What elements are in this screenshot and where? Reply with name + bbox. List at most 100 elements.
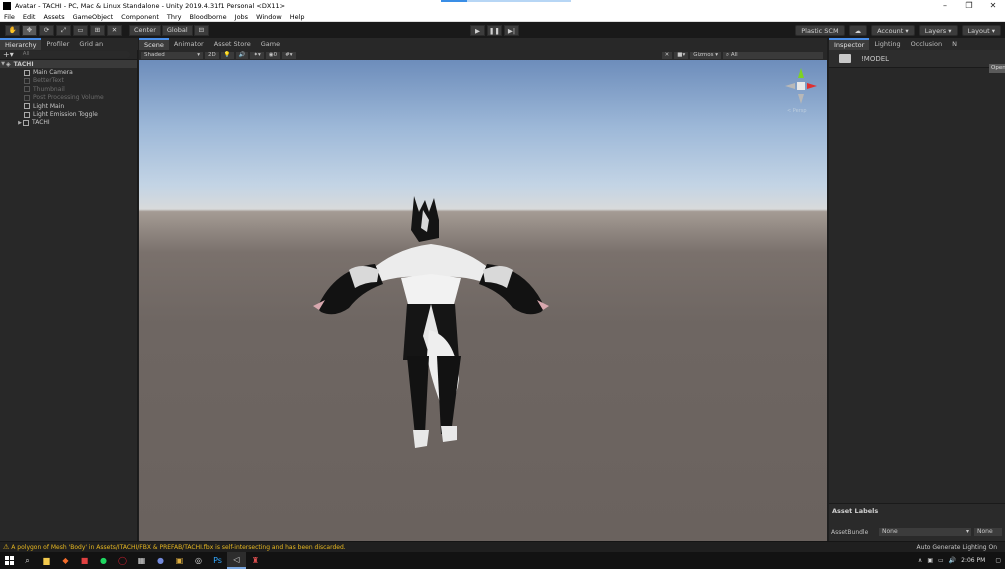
audio-toggle-icon[interactable]: 🔊 — [235, 51, 249, 59]
menu-thry[interactable]: Thry — [167, 13, 182, 21]
effects-dropdown-icon[interactable]: ✦▾ — [250, 51, 264, 59]
pivot-space-toggle[interactable]: Global — [161, 24, 193, 36]
clock[interactable]: 2:06 PM — [961, 557, 985, 564]
asset-bundle-dropdown[interactable]: None ▾ — [879, 528, 971, 536]
asset-variant-value: None — [977, 528, 993, 535]
close-button[interactable]: ✕ — [981, 0, 1005, 12]
status-warning-message[interactable]: A polygon of Mesh 'Body' in Assets/ITACH… — [11, 544, 345, 551]
tab-hierarchy[interactable]: Hierarchy — [0, 38, 42, 50]
hierarchy-search-input[interactable]: All — [19, 51, 130, 58]
menu-edit[interactable]: Edit — [23, 13, 36, 21]
pause-button[interactable]: ❚❚ — [487, 25, 502, 36]
steam-icon[interactable]: ◎ — [189, 552, 208, 569]
hierarchy-item-light-main[interactable]: Light Main — [0, 102, 137, 110]
camera-dropdown-icon[interactable]: ■▾ — [674, 51, 689, 59]
photoshop-icon[interactable]: Ps — [208, 552, 227, 569]
search-icon[interactable]: ⌕ — [18, 552, 37, 569]
status-bar[interactable]: ⚠ A polygon of Mesh 'Body' in Assets/ITA… — [0, 541, 1005, 552]
hierarchy-item-bettertext[interactable]: BetterText — [0, 77, 137, 85]
scene-viewport[interactable] — [139, 60, 827, 541]
lighting-toggle-icon[interactable]: 💡 — [220, 51, 234, 59]
menu-assets[interactable]: Assets — [43, 13, 64, 21]
minimize-button[interactable]: – — [933, 0, 957, 12]
hierarchy-item-post-processing[interactable]: Post Processing Volume — [0, 94, 137, 102]
menu-gameobject[interactable]: GameObject — [73, 13, 114, 21]
step-button[interactable]: ▶| — [504, 25, 519, 36]
tab-scene[interactable]: Scene — [139, 38, 169, 50]
tab-animator[interactable]: Animator — [169, 38, 209, 50]
file-explorer-icon[interactable]: ▆ — [37, 552, 56, 569]
menu-window[interactable]: Window — [256, 13, 282, 21]
opera-icon[interactable]: ◯ — [113, 552, 132, 569]
hidden-count-toggle[interactable]: ◉0 — [265, 51, 281, 59]
create-plus-icon[interactable]: +▾ — [3, 50, 14, 59]
rotate-tool-icon[interactable]: ⟳ — [39, 24, 54, 36]
asset-variant-dropdown[interactable]: None — [974, 528, 1002, 536]
tab-lighting[interactable]: Lighting — [869, 38, 905, 50]
layers-label: Layers — [924, 26, 947, 35]
custom-tool-icon[interactable]: ✕ — [107, 24, 122, 36]
view-orientation-gizmo[interactable]: < Persp — [781, 64, 821, 114]
gizmos-dropdown[interactable]: Gizmos ▾ — [690, 51, 721, 59]
volume-icon[interactable]: 🔊 — [949, 557, 956, 564]
account-dropdown[interactable]: Account ▾ — [871, 25, 915, 36]
rect-tool-icon[interactable]: ▭ — [73, 24, 88, 36]
layers-dropdown[interactable]: Layers ▾ — [918, 25, 958, 36]
perspective-label[interactable]: < Persp — [787, 108, 807, 114]
hierarchy-item-label: TACHI — [32, 119, 50, 127]
network-icon[interactable]: ▭ — [938, 557, 944, 564]
hierarchy-scene-root[interactable]: ▼ ◈ TACHI — [0, 60, 137, 69]
tools-icon[interactable]: ✕ — [661, 51, 673, 59]
gameobject-icon — [24, 111, 30, 118]
media-app-icon[interactable]: ■ — [75, 552, 94, 569]
shading-mode-dropdown[interactable]: Shaded ▾ — [141, 51, 203, 59]
start-button[interactable] — [0, 552, 18, 569]
tab-asset-store[interactable]: Asset Store — [209, 38, 256, 50]
notifications-icon[interactable]: ▢ — [995, 557, 1001, 564]
grid-tab-label: Grid an — [79, 40, 104, 48]
hierarchy-panel: +▾ All ▼ ◈ TACHI Main Camera BetterText … — [0, 50, 138, 541]
hierarchy-item-main-camera[interactable]: Main Camera — [0, 68, 137, 76]
plastic-scm-button[interactable]: Plastic SCM — [795, 25, 845, 36]
transform-tool-icon[interactable]: ⊞ — [90, 24, 105, 36]
tab-navigation[interactable]: N — [947, 38, 962, 50]
tray-app-icon[interactable]: ▣ — [927, 557, 933, 564]
hierarchy-item-thumbnail[interactable]: Thumbnail — [0, 85, 137, 93]
menu-bloodborne[interactable]: Bloodborne — [190, 13, 227, 21]
scale-tool-icon[interactable]: ⤢ — [56, 24, 71, 36]
hand-tool-icon[interactable]: ✋ — [5, 24, 20, 36]
toggle-2d-button[interactable]: 2D — [205, 51, 219, 59]
layout-dropdown[interactable]: Layout ▾ — [961, 25, 1001, 36]
hierarchy-item-light-emission[interactable]: Light Emission Toggle — [0, 110, 137, 118]
pivot-center-toggle[interactable]: Center — [129, 24, 161, 36]
maximize-button[interactable]: ❐ — [957, 0, 981, 12]
play-button[interactable]: ▶ — [470, 25, 485, 36]
spotify-icon[interactable]: ● — [94, 552, 113, 569]
menu-jobs[interactable]: Jobs — [235, 13, 248, 21]
brave-browser-icon[interactable]: ◆ — [56, 552, 75, 569]
menu-component[interactable]: Component — [121, 13, 159, 21]
tray-chevron-icon[interactable]: ∧ — [918, 557, 922, 564]
windows-taskbar: ⌕ ▆ ◆ ■ ● ◯ ▦ ● ▣ ◎ Ps ◁ ♜ ∧ ▣ ▭ 🔊 2:06 … — [0, 552, 1005, 569]
snap-grid-icon[interactable]: ⊟ — [193, 24, 210, 36]
app-taskbar-icon[interactable]: ♜ — [246, 552, 265, 569]
unity-taskbar-icon[interactable]: ◁ — [227, 552, 246, 569]
avatar-model[interactable] — [139, 60, 827, 541]
tab-occlusion[interactable]: Occlusion — [906, 38, 947, 50]
grid-toggle-icon[interactable]: #▾ — [282, 51, 296, 59]
scene-search-input[interactable]: ⌕ All — [723, 51, 823, 59]
menu-file[interactable]: File — [4, 13, 15, 21]
hierarchy-item-tachi[interactable]: ▶ TACHI — [0, 119, 137, 127]
discord-icon[interactable]: ● — [151, 552, 170, 569]
move-tool-icon[interactable]: ✥ — [22, 24, 37, 36]
tab-inspector[interactable]: Inspector — [829, 38, 870, 50]
tab-profiler[interactable]: Profiler — [41, 38, 74, 50]
tab-grid[interactable]: Grid an — [74, 38, 108, 50]
open-button[interactable]: Open — [989, 64, 1005, 73]
launcher-icon[interactable]: ▣ — [170, 552, 189, 569]
cloud-icon[interactable]: ☁ — [848, 25, 868, 36]
menu-help[interactable]: Help — [290, 13, 305, 21]
photos-icon[interactable]: ▦ — [132, 552, 151, 569]
account-label: Account — [877, 26, 904, 35]
tab-game[interactable]: Game — [256, 38, 285, 50]
